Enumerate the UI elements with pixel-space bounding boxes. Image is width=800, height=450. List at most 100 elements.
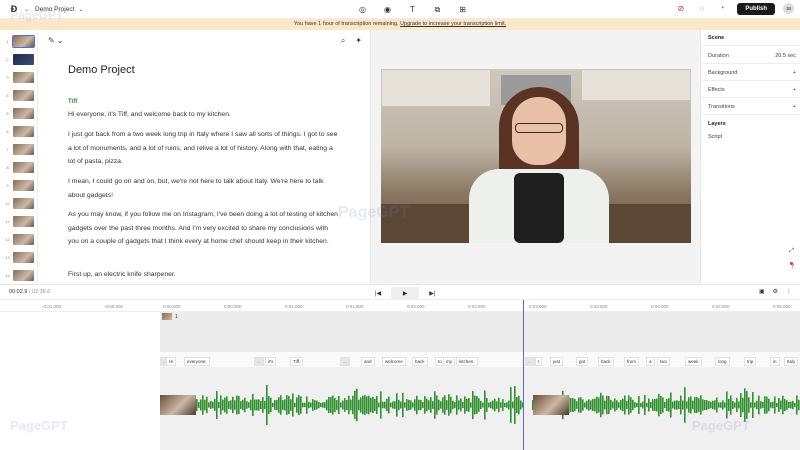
- waveform-bar: [198, 402, 200, 408]
- scene-thumb[interactable]: 3: [2, 71, 36, 84]
- scene-track[interactable]: [160, 312, 800, 352]
- word-chip[interactable]: and: [361, 357, 375, 366]
- scene-thumb[interactable]: 7: [2, 143, 36, 156]
- waveform-bar: [726, 391, 728, 419]
- status-icon[interactable]: ⊘: [674, 2, 687, 15]
- scene-thumb[interactable]: 13: [2, 251, 36, 264]
- script-paragraph[interactable]: I just got back from a two week long tri…: [68, 128, 338, 169]
- scene-thumb[interactable]: 8: [2, 161, 36, 174]
- scene-thumb[interactable]: 4: [2, 89, 36, 102]
- waveform-bar: [222, 399, 224, 411]
- scene-thumb[interactable]: 1: [2, 35, 36, 48]
- word-chip[interactable]: just: [550, 357, 564, 366]
- word-chip[interactable]: back: [412, 357, 428, 366]
- script-paragraph[interactable]: Hi everyone, it's Tiff, and welcome back…: [68, 108, 338, 122]
- word-chip[interactable]: Hi: [166, 357, 177, 366]
- word-chip[interactable]: it's: [265, 357, 277, 366]
- add-effects-icon[interactable]: +: [793, 87, 796, 93]
- waveform-bar: [342, 400, 344, 410]
- word-chip[interactable]: welcome: [382, 357, 406, 366]
- script-paragraph[interactable]: First up, an electric knife sharpener.: [68, 268, 338, 282]
- word-chip[interactable]: in: [770, 357, 780, 366]
- script-title[interactable]: Demo Project: [68, 64, 135, 76]
- layout-icon[interactable]: ▣: [759, 288, 765, 295]
- sparkle-icon[interactable]: ✦: [355, 36, 362, 46]
- waveform-bar: [638, 396, 640, 414]
- scene-thumb[interactable]: 14: [2, 269, 36, 282]
- expand-icon[interactable]: ⤢: [789, 248, 794, 255]
- word-chip[interactable]: week: [685, 357, 702, 366]
- skip-back-icon[interactable]: |◀: [375, 290, 381, 297]
- transitions-row[interactable]: Transitions +: [708, 104, 796, 110]
- scene-thumb[interactable]: 5: [2, 107, 36, 120]
- record-icon[interactable]: ◉: [381, 3, 394, 16]
- waveform-bar: [592, 399, 594, 411]
- scene-thumb[interactable]: 2: [2, 53, 36, 66]
- text-icon[interactable]: T: [406, 3, 419, 16]
- ruler-tick: 0:01.500: [346, 304, 364, 309]
- scene-thumb[interactable]: 10: [2, 197, 36, 210]
- word-chip[interactable]: ...: [340, 357, 350, 366]
- waveform-bar: [786, 400, 788, 410]
- waveform-bar: [412, 402, 414, 408]
- shapes-icon[interactable]: ⧉: [431, 3, 444, 16]
- grid-icon[interactable]: ⊞: [456, 3, 469, 16]
- background-row[interactable]: Background +: [708, 70, 796, 76]
- camera-icon[interactable]: ◎: [356, 3, 369, 16]
- word-chip[interactable]: long: [715, 357, 730, 366]
- word-chip[interactable]: ...: [254, 357, 264, 366]
- time-ruler[interactable]: -0:01.000 -0:00.500 0:00.000 0:00.500 0:…: [0, 300, 800, 312]
- scene-thumb[interactable]: 12: [2, 233, 36, 246]
- word-chip[interactable]: kitchen.: [456, 357, 478, 366]
- add-background-icon[interactable]: +: [793, 70, 796, 76]
- search-icon[interactable]: ⌕: [341, 36, 345, 46]
- waveform-bar: [256, 399, 258, 411]
- word-chip[interactable]: got: [576, 357, 589, 366]
- skip-forward-icon[interactable]: ▶|: [429, 290, 435, 297]
- word-chip[interactable]: from: [624, 357, 639, 366]
- waveform-bar: [274, 400, 276, 410]
- waveform-bar: [680, 395, 682, 415]
- duration-value[interactable]: 20.5 sec: [775, 53, 796, 59]
- layer-script-row[interactable]: Script: [708, 134, 796, 140]
- pen-icon[interactable]: ✎ ⌄: [48, 36, 64, 45]
- scene-label[interactable]: 1: [162, 313, 178, 320]
- add-user-icon[interactable]: ⁺: [716, 2, 729, 15]
- script-paragraph[interactable]: I mean, I could go on and on, but, we're…: [68, 175, 338, 202]
- scene-thumb[interactable]: 6: [2, 125, 36, 138]
- duration-row[interactable]: Duration 20.5 sec: [708, 53, 796, 59]
- word-chip[interactable]: two: [657, 357, 671, 366]
- play-button[interactable]: ▶: [391, 287, 420, 299]
- word-chip[interactable]: I: [535, 357, 543, 366]
- script-paragraph[interactable]: As you may know, if you follow me on Ins…: [68, 208, 338, 249]
- add-transitions-icon[interactable]: +: [793, 104, 796, 110]
- waveform-bar: [780, 400, 782, 410]
- word-chip[interactable]: trip: [744, 357, 757, 366]
- project-chevron-icon[interactable]: ⌄: [78, 6, 83, 13]
- waveform-bar: [496, 401, 498, 409]
- word-chip[interactable]: my: [443, 357, 455, 366]
- more-icon[interactable]: ⋮: [786, 288, 792, 295]
- waveform-bar: [364, 395, 366, 415]
- effects-row[interactable]: Effects +: [708, 87, 796, 93]
- avatar[interactable]: JB: [783, 3, 794, 14]
- scene-thumb[interactable]: 9: [2, 179, 36, 192]
- settings-icon[interactable]: ⚙: [773, 288, 778, 295]
- waveform-bar: [352, 395, 354, 415]
- word-chip[interactable]: a: [646, 357, 655, 366]
- waveform-bar: [686, 401, 688, 409]
- word-chip[interactable]: everyone,: [184, 357, 210, 366]
- word-chip[interactable]: Tiff,: [290, 357, 304, 366]
- comment-icon[interactable]: ◌: [695, 2, 708, 15]
- playhead[interactable]: [523, 300, 524, 450]
- word-chip[interactable]: ...: [525, 357, 535, 366]
- speaker-name[interactable]: Tiff: [68, 99, 77, 105]
- upgrade-link[interactable]: Upgrade to increase your transcription l…: [400, 21, 506, 27]
- audio-track[interactable]: [160, 367, 800, 450]
- word-chip[interactable]: Italy: [784, 357, 799, 366]
- publish-button[interactable]: Publish: [737, 2, 775, 15]
- scene-thumb[interactable]: 11: [2, 215, 36, 228]
- word-chip[interactable]: back: [598, 357, 614, 366]
- waveform-bar: [478, 398, 480, 412]
- video-preview[interactable]: [381, 69, 691, 243]
